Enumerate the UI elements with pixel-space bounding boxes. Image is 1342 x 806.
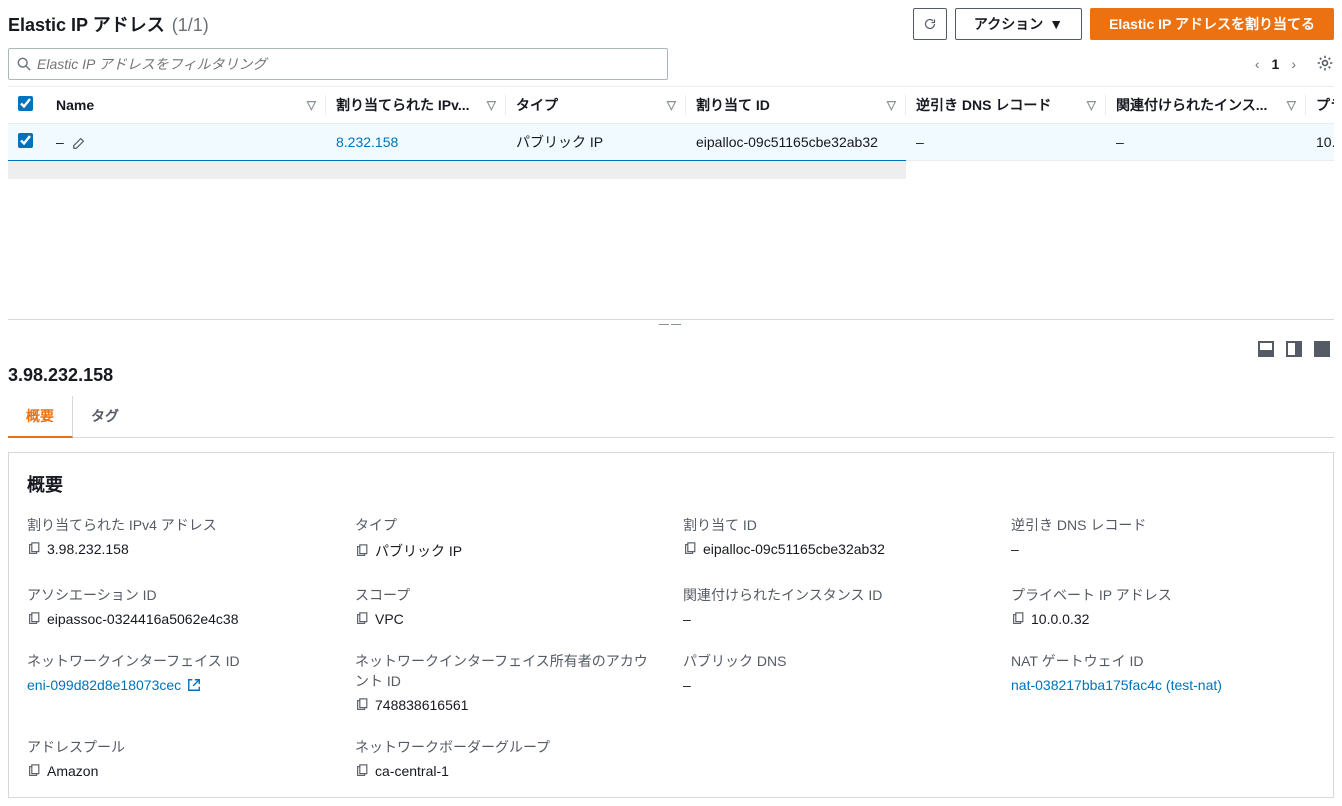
pager-page: 1 (1272, 56, 1280, 72)
search-icon (17, 57, 31, 71)
row-private: 10.0 (1306, 124, 1334, 161)
copy-icon[interactable] (355, 544, 369, 558)
copy-icon[interactable] (355, 764, 369, 778)
settings-gear-button[interactable] (1316, 54, 1334, 75)
page-title-count: (1/1) (172, 15, 209, 35)
row-checkbox[interactable] (18, 133, 33, 148)
field-addr-pool: アドレスプール Amazon (27, 737, 331, 779)
copy-icon[interactable] (1011, 612, 1025, 626)
layout-side-icon[interactable] (1286, 341, 1302, 357)
row-allocated-ip[interactable]: 8.232.158 (336, 134, 398, 150)
field-allocation-id: 割り当て ID eipalloc-09c51165cbe32ab32 (683, 515, 987, 561)
field-nat-gw: NAT ゲートウェイ ID nat-038217bba175fac4c (tes… (1011, 651, 1315, 713)
field-private-ip: プライベート IP アドレス 10.0.0.32 (1011, 585, 1315, 627)
page-title: Elastic IP アドレス (1/1) (8, 11, 209, 37)
pager-prev[interactable]: ‹ (1255, 56, 1260, 72)
table-spacer-row (8, 161, 1334, 179)
allocate-eip-button[interactable]: Elastic IP アドレスを割り当てる (1090, 8, 1334, 40)
row-rdns: – (906, 124, 1106, 161)
split-handle[interactable] (8, 319, 1334, 333)
field-association-id: アソシエーション ID eipassoc-0324416a5062e4c38 (27, 585, 331, 627)
eip-table: Name▽ 割り当てられた IPv...▽ タイプ▽ 割り当て ID▽ 逆引き … (8, 86, 1334, 179)
details-tabs: 概要 タグ (8, 396, 1334, 438)
col-private[interactable]: プラ (1306, 87, 1334, 124)
select-all-checkbox[interactable] (18, 96, 33, 111)
layout-bottom-icon[interactable] (1258, 341, 1274, 357)
layout-full-icon[interactable] (1314, 341, 1330, 357)
filter-box[interactable] (8, 48, 668, 80)
edit-icon[interactable] (72, 136, 86, 150)
tab-summary[interactable]: 概要 (8, 396, 73, 438)
col-allocation-id[interactable]: 割り当て ID▽ (686, 87, 906, 124)
tab-tags[interactable]: タグ (73, 396, 137, 437)
copy-icon[interactable] (27, 764, 41, 778)
nat-gw-link[interactable]: nat-038217bba175fac4c (test-nat) (1011, 677, 1222, 693)
col-type[interactable]: タイプ▽ (506, 87, 686, 124)
copy-icon[interactable] (355, 698, 369, 712)
copy-icon[interactable] (27, 612, 41, 626)
table-row[interactable]: – 8.232.158 パブリック IP eipalloc-09c51165cb… (8, 124, 1334, 161)
ni-id-link[interactable]: eni-099d82d8e18073cec (27, 677, 181, 693)
summary-panel: 概要 割り当てられた IPv4 アドレス 3.98.232.158 タイプ パブ… (8, 452, 1334, 798)
col-instance[interactable]: 関連付けられたインス...▽ (1106, 87, 1306, 124)
field-allocated-ipv4: 割り当てられた IPv4 アドレス 3.98.232.158 (27, 515, 331, 561)
external-link-icon (187, 678, 201, 692)
filter-input[interactable] (37, 56, 659, 72)
field-scope: スコープ VPC (355, 585, 659, 627)
row-instance: – (1106, 124, 1306, 161)
refresh-icon (924, 16, 936, 32)
col-rdns[interactable]: 逆引き DNS レコード▽ (906, 87, 1106, 124)
field-ni-owner: ネットワークインターフェイス所有者のアカウント ID 748838616561 (355, 651, 659, 713)
copy-icon[interactable] (355, 612, 369, 626)
copy-icon[interactable] (27, 542, 41, 556)
actions-dropdown-button[interactable]: アクション ▼ (955, 8, 1082, 40)
field-border-group: ネットワークボーダーグループ ca-central-1 (355, 737, 659, 779)
gear-icon (1316, 54, 1334, 72)
field-ni-id: ネットワークインターフェイス ID eni-099d82d8e18073cec (27, 651, 331, 713)
field-type: タイプ パブリック IP (355, 515, 659, 561)
row-allocation-id: eipalloc-09c51165cbe32ab32 (686, 124, 906, 161)
field-instance-id: 関連付けられたインスタンス ID – (683, 585, 987, 627)
field-rdns: 逆引き DNS レコード – (1011, 515, 1315, 561)
actions-label: アクション (974, 14, 1043, 34)
col-allocated-ip[interactable]: 割り当てられた IPv...▽ (326, 87, 506, 124)
summary-panel-title: 概要 (27, 471, 1315, 497)
field-public-dns: パブリック DNS – (683, 651, 987, 713)
pager-next[interactable]: › (1291, 56, 1296, 72)
grip-icon (659, 324, 683, 328)
page-header: Elastic IP アドレス (1/1) アクション ▼ Elastic IP… (8, 8, 1334, 40)
details-header (8, 333, 1334, 361)
row-name-value: – (56, 134, 64, 150)
refresh-button[interactable] (913, 8, 947, 40)
row-type: パブリック IP (506, 124, 686, 161)
caret-down-icon: ▼ (1049, 16, 1063, 32)
pager: ‹ 1 › (1255, 54, 1334, 75)
col-name[interactable]: Name▽ (46, 87, 326, 124)
table-header: Name▽ 割り当てられた IPv...▽ タイプ▽ 割り当て ID▽ 逆引き … (8, 87, 1334, 124)
copy-icon[interactable] (683, 542, 697, 556)
details-ip-title: 3.98.232.158 (8, 361, 1334, 396)
